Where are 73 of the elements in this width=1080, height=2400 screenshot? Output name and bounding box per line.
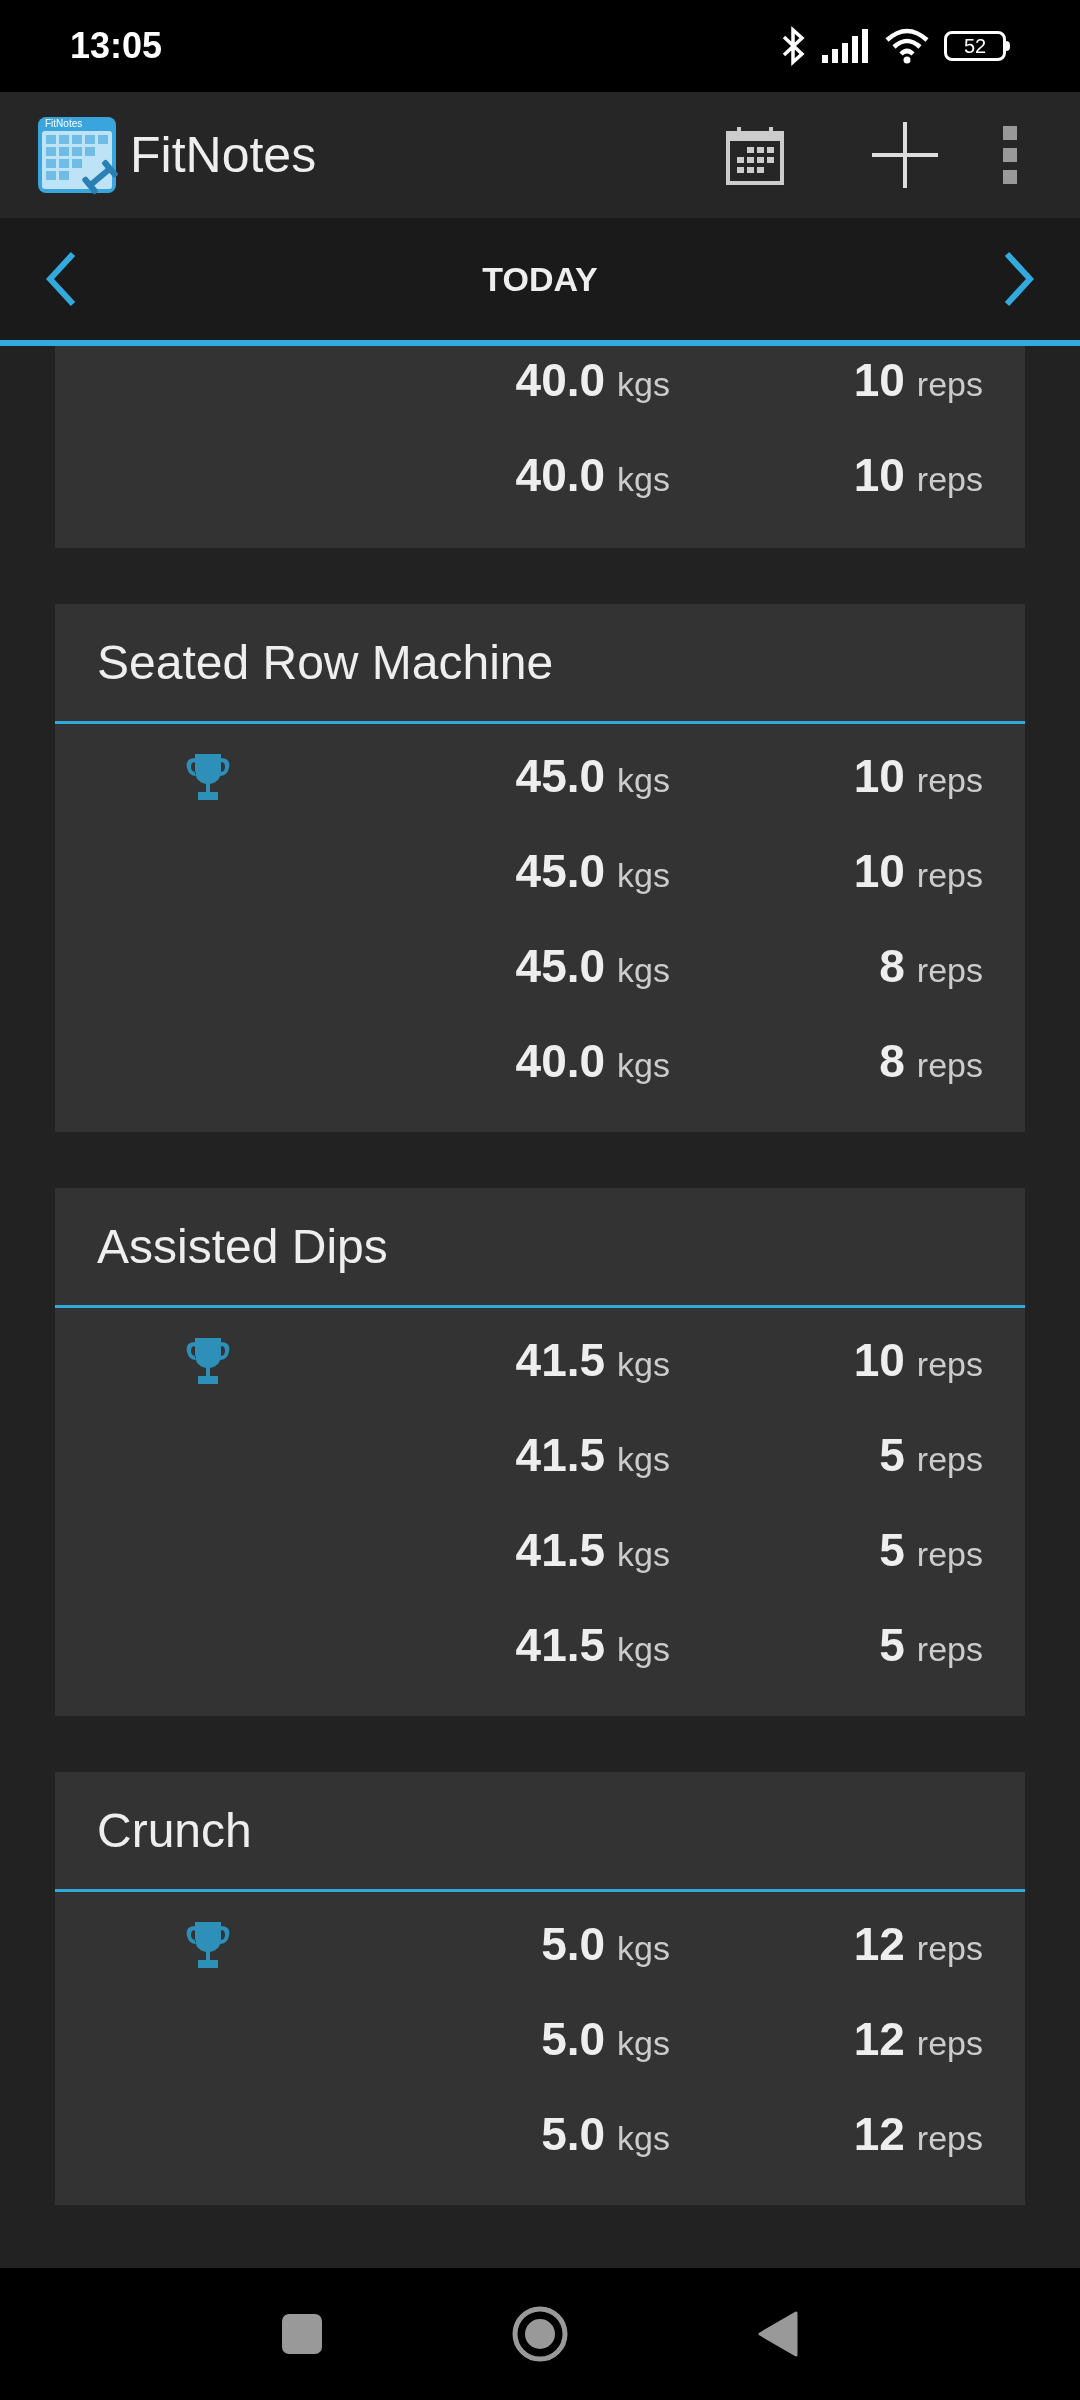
reps-unit: reps <box>916 2023 983 2064</box>
more-icon <box>1003 126 1017 184</box>
status-time: 13:05 <box>70 24 163 68</box>
reps-value: 10 <box>853 749 905 804</box>
weight-value: 45.0 <box>515 939 606 994</box>
reps-value: 12 <box>853 2107 905 2162</box>
reps-unit: reps <box>916 1928 983 1969</box>
chevron-right-icon <box>1004 251 1034 307</box>
weight-value: 41.5 <box>515 1618 606 1673</box>
reps-unit: reps <box>916 1344 983 1385</box>
weight-unit: kgs <box>617 855 670 896</box>
weight-unit: kgs <box>617 1045 670 1086</box>
exercise-card[interactable]: 40.0 kgs 10 reps 40.0 kgs 10 reps <box>55 346 1025 548</box>
weight-value: 41.5 <box>515 1523 606 1578</box>
weight-unit: kgs <box>617 760 670 801</box>
date-label: TODAY <box>482 258 598 300</box>
exercise-card[interactable]: Crunch 5.0 kgs 12 reps 5.0 kgs 12 reps 5.0 kgs 12 reps <box>55 1772 1025 2205</box>
reps-value: 8 <box>879 939 905 994</box>
reps-value: 12 <box>853 1917 905 1972</box>
reps-value: 5 <box>879 1618 905 1673</box>
weight-unit: kgs <box>617 1928 670 1969</box>
exercise-name: Seated Row Machine <box>97 634 554 691</box>
weight-unit: kgs <box>617 459 670 500</box>
weight-value: 41.5 <box>515 1333 606 1388</box>
wifi-icon <box>884 28 930 64</box>
signal-icon <box>822 29 870 63</box>
weight-value: 40.0 <box>515 448 606 503</box>
reps-value: 10 <box>853 353 905 408</box>
weight-unit: kgs <box>617 1534 670 1575</box>
weight-value: 5.0 <box>541 2012 606 2067</box>
reps-unit: reps <box>916 459 983 500</box>
weight-unit: kgs <box>617 1344 670 1385</box>
reps-unit: reps <box>916 1045 983 1086</box>
reps-unit: reps <box>916 950 983 991</box>
back-button[interactable] <box>758 2311 798 2357</box>
weight-unit: kgs <box>617 1629 670 1670</box>
reps-value: 8 <box>879 1034 905 1089</box>
weight-value: 45.0 <box>515 844 606 899</box>
weight-value: 41.5 <box>515 1428 606 1483</box>
reps-unit: reps <box>916 1439 983 1480</box>
weight-value: 5.0 <box>541 2107 606 2162</box>
chevron-left-icon <box>46 251 76 307</box>
reps-unit: reps <box>916 1534 983 1575</box>
exercise-name: Assisted Dips <box>97 1218 388 1275</box>
weight-unit: kgs <box>617 1439 670 1480</box>
weight-value: 40.0 <box>515 353 606 408</box>
home-button[interactable] <box>512 2306 568 2362</box>
reps-value: 10 <box>853 1333 905 1388</box>
reps-value: 5 <box>879 1428 905 1483</box>
app-logo: FitNotes <box>36 115 118 195</box>
reps-value: 10 <box>853 448 905 503</box>
reps-value: 5 <box>879 1523 905 1578</box>
weight-unit: kgs <box>617 2023 670 2064</box>
calendar-icon <box>725 125 785 185</box>
weight-unit: kgs <box>617 950 670 991</box>
plus-icon <box>872 122 938 188</box>
weight-value: 40.0 <box>515 1034 606 1089</box>
reps-unit: reps <box>916 855 983 896</box>
app-title: FitNotes <box>130 125 317 185</box>
weight-unit: kgs <box>617 2118 670 2159</box>
weight-value: 45.0 <box>515 749 606 804</box>
reps-unit: reps <box>916 1629 983 1670</box>
weight-unit: kgs <box>617 364 670 405</box>
exercise-card[interactable]: Assisted Dips 41.5 kgs 10 reps 41.5 kgs 5 reps 41.5 kgs 5 reps 41.5 kgs 5 reps <box>55 1188 1025 1716</box>
reps-value: 12 <box>853 2012 905 2067</box>
reps-value: 10 <box>853 844 905 899</box>
exercise-card[interactable]: Seated Row Machine 45.0 kgs 10 reps 45.0 kgs 10 reps 45.0 kgs 8 reps 40.0 kgs 8 reps <box>55 604 1025 1132</box>
exercise-name: Crunch <box>97 1802 252 1859</box>
reps-unit: reps <box>916 364 983 405</box>
weight-value: 5.0 <box>541 1917 606 1972</box>
recents-button[interactable] <box>282 2314 322 2354</box>
reps-unit: reps <box>916 760 983 801</box>
reps-unit: reps <box>916 2118 983 2159</box>
